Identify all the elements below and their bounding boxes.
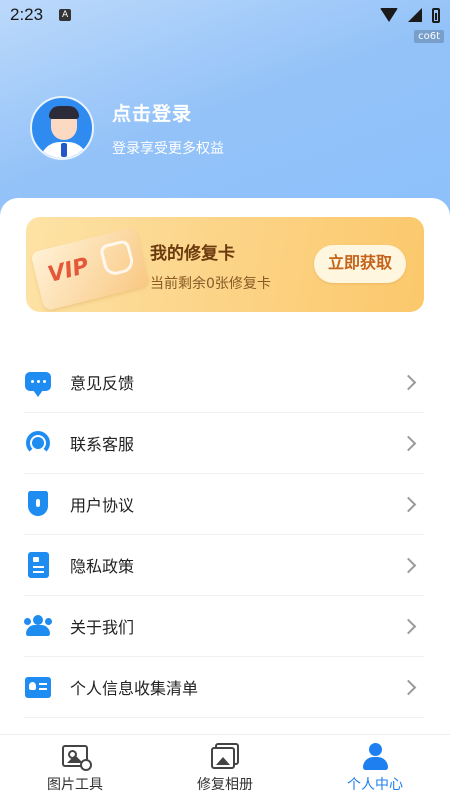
person-icon <box>360 743 390 770</box>
menu-item-about-us[interactable]: 关于我们 <box>24 596 424 657</box>
chevron-right-icon <box>400 496 417 512</box>
album-icon <box>210 743 240 769</box>
settings-menu: 意见反馈 联系客服 用户协议 隐私政策 关于我们 个人信息收集清单 <box>24 352 424 718</box>
chat-bubble-icon <box>24 368 52 397</box>
tab-label: 图片工具 <box>47 777 103 793</box>
document-icon <box>24 551 52 579</box>
signal-icon <box>408 8 422 22</box>
get-now-button[interactable]: 立即获取 <box>314 245 406 283</box>
profile-text: 点击登录 登录享受更多权益 <box>112 99 224 158</box>
chevron-right-icon <box>400 557 417 573</box>
login-subtitle: 登录享受更多权益 <box>112 140 224 157</box>
menu-item-personal-info-list[interactable]: 个人信息收集清单 <box>24 657 424 718</box>
chevron-right-icon <box>400 679 417 695</box>
vip-card-subtitle: 当前剩余0张修复卡 <box>150 276 271 292</box>
avatar-hair <box>49 106 79 119</box>
menu-item-label: 个人信息收集清单 <box>70 679 199 698</box>
login-title[interactable]: 点击登录 <box>112 99 224 126</box>
image-tools-icon <box>60 743 92 771</box>
menu-item-label: 关于我们 <box>70 618 135 637</box>
login-profile[interactable]: 点击登录 登录享受更多权益 <box>30 96 224 160</box>
notification-icon: A <box>59 9 72 21</box>
menu-item-label: 联系客服 <box>70 435 135 454</box>
tab-label: 个人中心 <box>347 777 403 793</box>
vip-card-title: 我的修复卡 <box>150 244 235 264</box>
users-icon <box>24 612 52 640</box>
menu-item-feedback[interactable]: 意见反馈 <box>24 352 424 413</box>
tab-personal-center[interactable]: 个人中心 <box>300 735 450 800</box>
avatar-tie <box>61 143 67 157</box>
menu-item-label: 隐私政策 <box>70 557 135 576</box>
menu-item-privacy-policy[interactable]: 隐私政策 <box>24 535 424 596</box>
status-time: 2:23 <box>10 5 44 24</box>
shield-icon <box>24 490 52 518</box>
vip-ticket-icon: VIP <box>30 226 150 312</box>
tab-label: 修复相册 <box>197 777 253 793</box>
chevron-right-icon <box>400 374 417 390</box>
vip-shield-mark <box>98 238 136 278</box>
menu-item-customer-service[interactable]: 联系客服 <box>24 413 424 474</box>
status-indicators <box>380 7 440 23</box>
carrier-tag: co6t <box>414 30 444 43</box>
menu-item-label: 意见反馈 <box>70 374 135 393</box>
content-sheet: VIP 我的修复卡 当前剩余0张修复卡 立即获取 意见反馈 联系客服 用户协议 … <box>0 198 450 734</box>
status-bar: 2:23 A <box>0 0 450 30</box>
menu-item-label: 用户协议 <box>70 496 135 515</box>
chevron-right-icon <box>400 618 417 634</box>
bottom-tab-bar: 图片工具 修复相册 个人中心 <box>0 734 450 800</box>
menu-item-user-agreement[interactable]: 用户协议 <box>24 474 424 535</box>
id-card-icon <box>24 673 52 701</box>
vip-badge-text: VIP <box>45 253 92 288</box>
tab-repair-album[interactable]: 修复相册 <box>150 735 300 800</box>
headset-icon <box>24 429 52 457</box>
battery-icon <box>432 7 440 23</box>
tab-image-tools[interactable]: 图片工具 <box>0 735 150 800</box>
avatar[interactable] <box>30 96 94 160</box>
vip-repair-card[interactable]: VIP 我的修复卡 当前剩余0张修复卡 立即获取 <box>26 217 424 312</box>
chevron-right-icon <box>400 435 417 451</box>
wifi-icon <box>380 8 398 22</box>
